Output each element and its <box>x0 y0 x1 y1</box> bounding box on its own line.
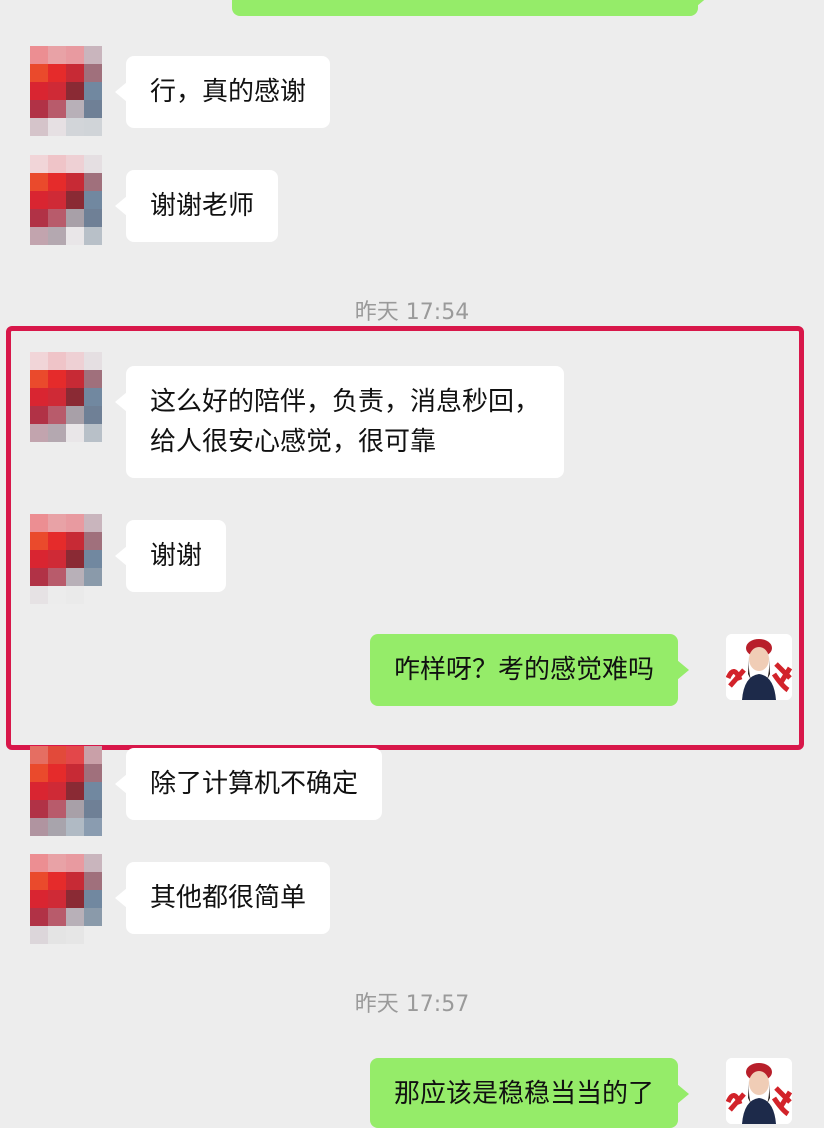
message-timestamp: 昨天 17:57 <box>354 992 470 1017</box>
incoming-message-bubble[interactable]: 除了计算机不确定 <box>114 748 383 820</box>
message-timestamp: 昨天 17:54 <box>354 300 470 325</box>
incoming-message-bubble[interactable]: 行，真的感谢 <box>114 56 331 128</box>
message-text-line: 给人很安心感觉，很可靠 <box>150 427 437 457</box>
user-avatar-portrait-icon <box>726 1058 792 1124</box>
message-text: 行，真的感谢 <box>150 77 307 107</box>
contact-avatar-pixelated[interactable] <box>30 46 102 136</box>
contact-avatar-pixelated[interactable] <box>30 352 102 442</box>
incoming-message-bubble[interactable]: 这么好的陪伴，负责，消息秒回， 给人很安心感觉，很可靠 <box>114 366 565 478</box>
message-text: 谢谢 <box>150 541 203 571</box>
message-text: 谢谢老师 <box>150 191 255 221</box>
contact-avatar-pixelated[interactable] <box>30 854 102 944</box>
incoming-message-bubble[interactable]: 谢谢 <box>114 520 227 592</box>
incoming-message-bubble[interactable]: 谢谢老师 <box>114 170 279 242</box>
user-avatar[interactable] <box>726 634 792 700</box>
message-text-line: 这么好的陪伴，负责，消息秒回， <box>150 387 541 417</box>
contact-avatar-pixelated[interactable] <box>30 514 102 604</box>
outgoing-message-bubble-partial-top[interactable] <box>232 0 709 16</box>
message-text: 咋样呀？考的感觉难吗 <box>394 655 655 685</box>
outgoing-message-bubble[interactable]: 那应该是稳稳当当的了 <box>370 1058 690 1128</box>
message-text: 除了计算机不确定 <box>150 769 359 799</box>
outgoing-message-bubble[interactable]: 咋样呀？考的感觉难吗 <box>370 634 690 706</box>
message-text: 那应该是稳稳当当的了 <box>394 1079 655 1109</box>
contact-avatar-pixelated[interactable] <box>30 155 102 245</box>
user-avatar[interactable] <box>726 1058 792 1124</box>
user-avatar-portrait-icon <box>726 634 792 700</box>
contact-avatar-pixelated[interactable] <box>30 746 102 836</box>
incoming-message-bubble[interactable]: 其他都很简单 <box>114 862 331 934</box>
message-text: 其他都很简单 <box>150 883 307 913</box>
